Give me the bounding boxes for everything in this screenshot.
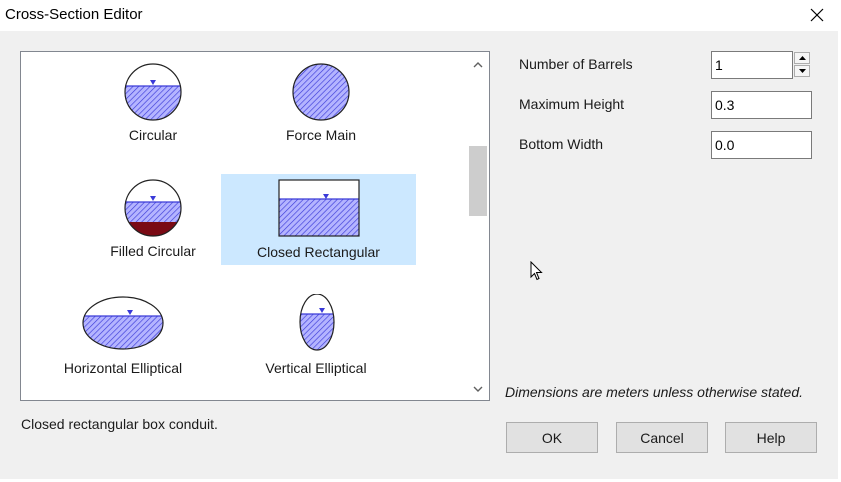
shape-label: Vertical Elliptical [265,360,367,376]
title-bar: Cross-Section Editor [0,0,841,31]
barrels-label: Number of Barrels [519,56,633,72]
shape-label: Filled Circular [110,243,196,259]
shape-item-circular[interactable]: Circular [88,58,218,148]
shape-item-horizontal-elliptical[interactable]: Horizontal Elliptical [53,292,193,382]
vertical-elliptical-shape-icon [299,294,335,351]
help-button[interactable]: Help [725,422,817,453]
barrels-spin-down[interactable] [794,65,810,77]
scroll-up-button[interactable] [467,54,489,76]
shape-item-closed-rectangular[interactable]: Closed Rectangular [221,174,416,265]
shape-list[interactable]: Circular Force Main Filled Circular Clos… [20,51,490,401]
close-button[interactable] [800,2,834,28]
list-scrollbar[interactable] [467,52,489,400]
chevron-up-icon [473,62,483,68]
dialog-body: Circular Force Main Filled Circular Clos… [0,31,838,479]
spin-down-icon [798,69,806,73]
shape-description: Closed rectangular box conduit. [21,416,218,432]
ok-button[interactable]: OK [506,422,598,453]
units-note: Dimensions are meters unless otherwise s… [505,384,804,400]
bottom-width-input[interactable] [711,131,812,159]
cancel-button[interactable]: Cancel [616,422,708,453]
scrollbar-thumb[interactable] [469,146,487,216]
mouse-cursor-icon [530,261,543,281]
bottom-width-label: Bottom Width [519,136,604,152]
shape-label: Force Main [285,127,357,143]
shape-item-force-main[interactable]: Force Main [256,58,386,148]
scroll-down-button[interactable] [467,378,489,400]
barrels-input[interactable] [711,51,793,79]
shape-label: Closed Rectangular [257,244,380,260]
closed-rectangular-shape-icon [278,179,360,237]
shape-label: Circular [128,127,178,143]
max-height-label: Maximum Height [519,96,625,112]
chevron-down-icon [473,386,483,392]
horizontal-elliptical-shape-icon [82,296,164,350]
window-title: Cross-Section Editor [5,6,143,23]
close-icon [810,8,824,22]
filled-circular-shape-icon [124,179,182,237]
force-main-shape-icon [292,63,350,121]
shape-item-filled-circular[interactable]: Filled Circular [88,174,218,264]
circular-shape-icon [124,63,182,121]
max-height-input[interactable] [711,91,812,119]
spin-up-icon [798,56,806,60]
shape-item-vertical-elliptical[interactable]: Vertical Elliptical [246,292,386,382]
barrels-spin-up[interactable] [794,52,810,64]
shape-label: Horizontal Elliptical [63,360,183,376]
